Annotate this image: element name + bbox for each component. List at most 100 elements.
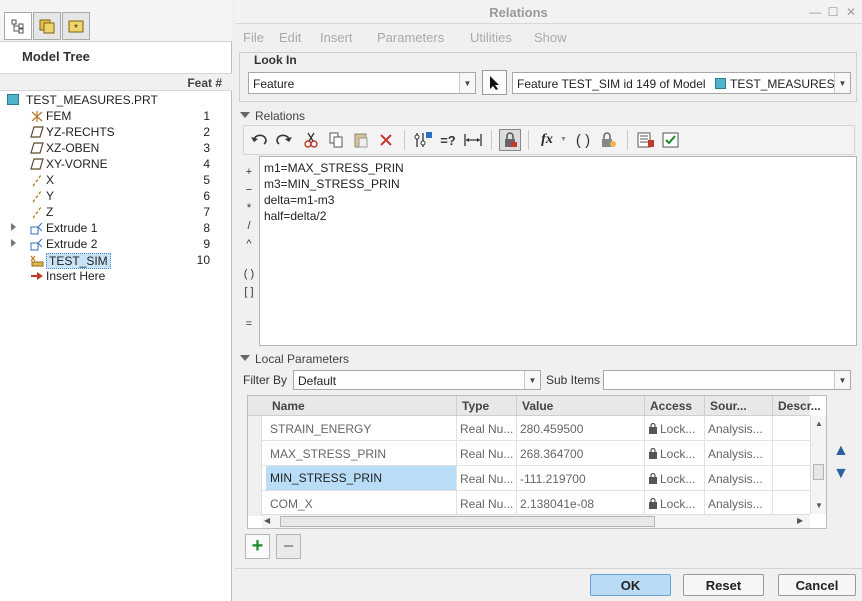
tree-item[interactable]: Insert Here xyxy=(0,268,232,284)
close-icon[interactable]: ✕ xyxy=(844,5,858,19)
model-tree-column-header: Feat # xyxy=(0,73,232,91)
favorites-tab[interactable]: * xyxy=(62,12,90,40)
source-column-header[interactable]: Sour... xyxy=(710,399,747,413)
model-tree-tab[interactable] xyxy=(4,12,32,40)
row-gutter[interactable] xyxy=(248,416,262,441)
tree-item-label: YZ-RECHTS xyxy=(46,125,115,139)
move-up-icon[interactable]: ▲ xyxy=(833,442,849,460)
insert-dimension-icon[interactable] xyxy=(462,129,484,151)
row-gutter[interactable] xyxy=(248,491,262,516)
equals-operator-button[interactable]: = xyxy=(242,316,256,332)
verify-lock-icon[interactable] xyxy=(597,129,619,151)
look-in-select[interactable]: Feature ▼ xyxy=(248,72,476,94)
chevron-down-icon[interactable]: ▼ xyxy=(560,136,567,143)
add-parameter-icon[interactable]: + xyxy=(245,534,270,559)
cut-icon[interactable] xyxy=(300,129,322,151)
menu-parameters[interactable]: Parameters xyxy=(377,30,444,45)
minimize-icon[interactable]: — xyxy=(808,5,822,19)
menu-utilities[interactable]: Utilities xyxy=(470,30,512,45)
tree-item[interactable]: Extrude 1 8 xyxy=(0,220,232,236)
tree-item[interactable]: XZ-OBEN 3 xyxy=(0,140,232,156)
type-column-header[interactable]: Type xyxy=(462,399,489,413)
copy-icon[interactable] xyxy=(325,129,347,151)
access-column-header[interactable]: Access xyxy=(650,399,692,413)
tree-icon xyxy=(11,19,24,34)
tree-item-label: Y xyxy=(46,189,55,203)
move-down-icon[interactable]: ▼ xyxy=(833,465,849,483)
description-column-header[interactable]: Descr... xyxy=(778,399,821,413)
menu-edit[interactable]: Edit xyxy=(279,30,301,45)
power-operator-button[interactable]: ^ xyxy=(242,236,256,252)
model-tree-panel: * Model Tree Feat # TEST_MEASURES.PRT FE… xyxy=(0,0,232,601)
show-list-icon[interactable] xyxy=(635,129,657,151)
local-params-section-header[interactable]: Local Parameters xyxy=(235,350,862,367)
scroll-up-icon[interactable]: ▲ xyxy=(815,419,823,428)
lock-toggle-icon[interactable] xyxy=(499,129,521,151)
table-row[interactable]: MAX_STRESS_PRIN Real Nu... 268.364700 Lock.… xyxy=(248,441,810,466)
paste-icon[interactable] xyxy=(350,129,372,151)
row-gutter[interactable] xyxy=(248,441,262,466)
relations-section-header[interactable]: Relations xyxy=(235,107,862,124)
multiply-operator-button[interactable]: * xyxy=(242,200,256,216)
feature-select[interactable]: Feature TEST_SIM id 149 of Model TEST_ME… xyxy=(512,72,851,94)
verify-check-icon[interactable] xyxy=(660,129,682,151)
expand-arrow-icon[interactable] xyxy=(11,223,16,231)
delete-icon[interactable] xyxy=(375,129,397,151)
value-column-header[interactable]: Value xyxy=(522,399,553,413)
sub-items-select[interactable]: ▼ xyxy=(603,370,851,390)
plus-operator-button[interactable]: + xyxy=(242,164,256,180)
horizontal-scrollbar[interactable]: ◀ ▶ xyxy=(262,514,810,528)
column-divider xyxy=(644,491,645,516)
parentheses-operator-button[interactable]: ( ) xyxy=(242,266,256,282)
name-column-header[interactable]: Name xyxy=(272,399,305,413)
insert-arrow-icon xyxy=(30,270,43,282)
tree-item[interactable]: Extrude 2 9 xyxy=(0,236,232,252)
divide-operator-button[interactable]: / xyxy=(242,218,256,234)
scroll-thumb[interactable] xyxy=(280,516,655,527)
expand-arrow-icon[interactable] xyxy=(11,239,16,247)
scroll-down-icon[interactable]: ▼ xyxy=(815,501,823,510)
scroll-right-icon[interactable]: ▶ xyxy=(797,516,803,525)
reset-button[interactable]: Reset xyxy=(683,574,764,596)
table-row[interactable]: MIN_STRESS_PRIN Real Nu... -111.219700 Lock… xyxy=(248,466,810,491)
tree-item-feat-number: 10 xyxy=(196,253,210,267)
maximize-icon[interactable]: ☐ xyxy=(826,5,840,19)
sort-relations-icon[interactable] xyxy=(412,129,434,151)
select-feature-button[interactable] xyxy=(482,70,507,95)
vertical-scrollbar[interactable]: ▲ ▼ xyxy=(810,416,826,514)
menu-show[interactable]: Show xyxy=(534,30,567,45)
evaluate-icon[interactable]: =? xyxy=(437,129,459,151)
table-row[interactable]: COM_X Real Nu... 2.138041e-08 Lock... Analys… xyxy=(248,491,810,516)
column-divider xyxy=(704,441,705,466)
scroll-thumb[interactable] xyxy=(813,464,824,480)
menu-file[interactable]: File xyxy=(243,30,264,45)
minus-operator-button[interactable]: − xyxy=(242,182,256,198)
brackets-icon[interactable]: ( ) xyxy=(572,129,594,151)
relation-line: m3=MIN_STRESS_PRIN xyxy=(264,177,400,191)
undo-icon[interactable] xyxy=(248,129,270,151)
table-row[interactable]: STRAIN_ENERGY Real Nu... 280.459500 Lock...… xyxy=(248,416,810,441)
redo-icon[interactable] xyxy=(273,129,295,151)
scroll-left-icon[interactable]: ◀ xyxy=(264,516,270,525)
tree-item[interactable]: XY-VORNE 4 xyxy=(0,156,232,172)
tree-item-label: Insert Here xyxy=(46,269,106,283)
layers-tab[interactable] xyxy=(33,12,61,40)
filter-by-select[interactable]: Default ▼ xyxy=(293,370,541,390)
tree-item[interactable]: X5 xyxy=(0,172,232,188)
menu-insert[interactable]: Insert xyxy=(320,30,353,45)
function-icon[interactable]: fx xyxy=(536,129,558,151)
tree-item[interactable]: YZ-RECHTS 2 xyxy=(0,124,232,140)
param-value: -111.219700 xyxy=(520,472,586,486)
ok-button[interactable]: OK xyxy=(590,574,671,596)
tree-item[interactable]: Z7 xyxy=(0,204,232,220)
brackets-operator-button[interactable]: [ ] xyxy=(242,284,256,300)
row-gutter[interactable] xyxy=(248,466,262,491)
tree-item[interactable]: FEM 1 xyxy=(0,108,232,124)
tree-item[interactable]: TEST_SIM 10 xyxy=(0,252,232,269)
relations-editor[interactable]: m1=MAX_STRESS_PRIN m3=MIN_STRESS_PRIN delt… xyxy=(259,156,857,346)
remove-parameter-icon[interactable]: − xyxy=(276,534,301,559)
tree-item[interactable]: Y6 xyxy=(0,188,232,204)
tree-root[interactable]: TEST_MEASURES.PRT xyxy=(0,92,232,108)
lock-icon xyxy=(648,447,660,461)
cancel-button[interactable]: Cancel xyxy=(778,574,856,596)
